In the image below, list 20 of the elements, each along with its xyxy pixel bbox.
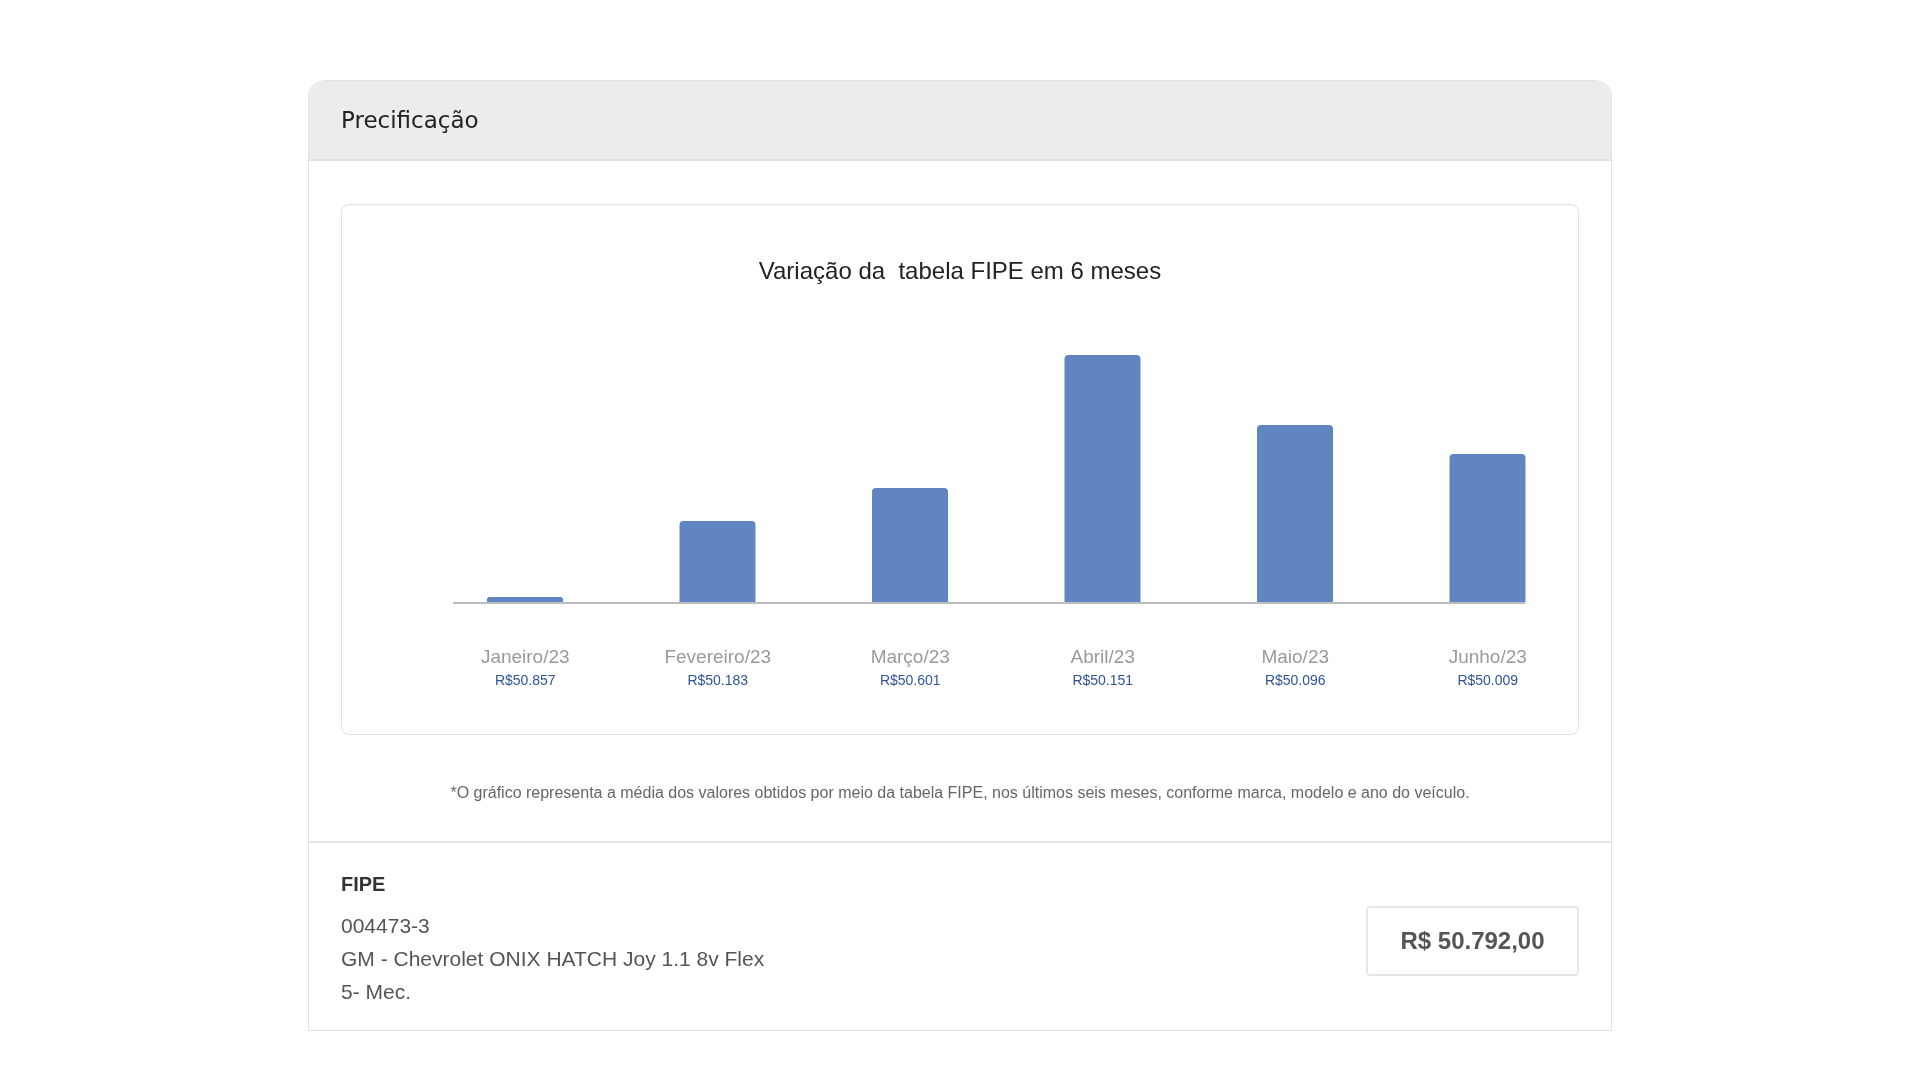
month-label: Abril/23 — [1070, 645, 1135, 669]
month-price: R$50.601 — [879, 671, 941, 690]
fipe-code: 004473-3 — [341, 913, 431, 939]
month-price: R$50.009 — [1457, 671, 1519, 690]
fipe-price: R$ 50.792,00 — [1366, 905, 1579, 976]
footnote: *O gráfico representa a média dos valores obtidos por meio da tabela FIPE, nos últimos seis meses, conforme marca, modelo e ano do veículo. — [450, 783, 1470, 803]
vehicle-model: GM - Chevrolet ONIX HATCH Joy 1.1 8v Flex — [341, 946, 765, 972]
month-price: R$50.857 — [494, 671, 556, 690]
month-label: Junho/23 — [1448, 645, 1527, 669]
month-label: Maio/23 — [1261, 645, 1330, 669]
panel-title: Precificação — [341, 105, 479, 135]
month-label: Março/23 — [870, 645, 950, 669]
vehicle-transmission: 5- Mec. — [341, 979, 412, 1005]
chart-title: Variação da tabela FIPE em 6 meses — [758, 256, 1162, 286]
month-label: Janeiro/23 — [480, 645, 570, 669]
month-label: Fevereiro/23 — [664, 645, 772, 669]
fipe-heading: FIPE — [341, 872, 387, 897]
month-price: R$50.151 — [1072, 671, 1134, 690]
month-price: R$50.096 — [1264, 671, 1326, 690]
month-price: R$50.183 — [687, 671, 749, 690]
